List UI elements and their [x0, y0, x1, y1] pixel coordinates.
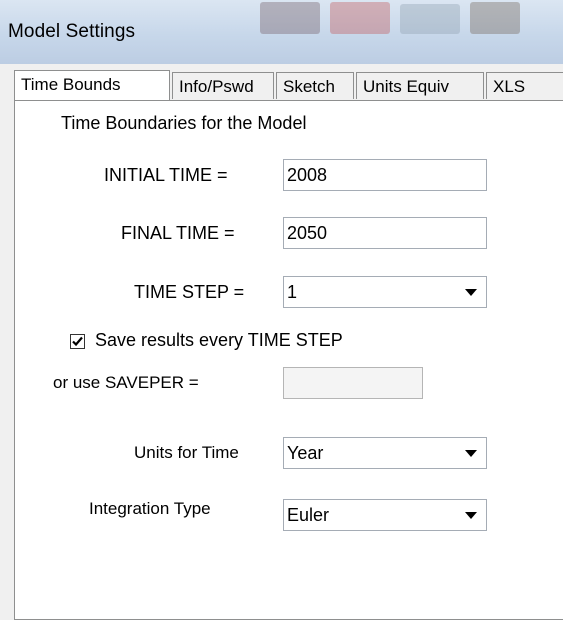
- tab-units-equiv[interactable]: Units Equiv: [356, 72, 484, 99]
- integration-type-combo[interactable]: Euler: [283, 499, 487, 531]
- saveper-label: or use SAVEPER =: [53, 373, 199, 392]
- title-bar: Model Settings: [0, 0, 563, 65]
- integration-type-value: Euler: [287, 505, 330, 525]
- saveper-input[interactable]: [283, 367, 423, 399]
- dialog-body: Time Bounds Info/Pswd Sketch Units Equiv…: [0, 64, 563, 620]
- final-time-label: FINAL TIME =: [121, 223, 235, 243]
- time-step-combo[interactable]: 1: [283, 276, 487, 308]
- check-icon: [72, 336, 83, 347]
- time-step-value: 1: [287, 282, 298, 302]
- background-toolbar-ghost: [470, 2, 520, 34]
- time-step-label: TIME STEP =: [134, 282, 245, 302]
- tab-info-pswd[interactable]: Info/Pswd: [172, 72, 274, 99]
- save-every-checkbox[interactable]: [70, 334, 85, 349]
- background-toolbar-ghost: [400, 4, 460, 34]
- units-for-time-label: Units for Time: [134, 443, 239, 462]
- window-title: Model Settings: [8, 21, 136, 42]
- tab-strip: Time Bounds Info/Pswd Sketch Units Equiv…: [14, 70, 563, 100]
- initial-time-input[interactable]: 2008: [283, 159, 487, 191]
- integration-type-label: Integration Type: [89, 499, 211, 518]
- section-heading: Time Boundaries for the Model: [61, 113, 307, 133]
- time-bounds-panel: Time Boundaries for the Model INITIAL TI…: [14, 100, 563, 620]
- background-toolbar-ghost: [260, 2, 320, 34]
- units-for-time-combo[interactable]: Year: [283, 437, 487, 469]
- tab-sketch[interactable]: Sketch: [276, 72, 354, 99]
- chevron-down-icon[interactable]: [459, 441, 483, 465]
- tab-xls[interactable]: XLS: [486, 72, 563, 99]
- units-for-time-value: Year: [287, 443, 324, 463]
- initial-time-label: INITIAL TIME =: [104, 165, 228, 185]
- tab-time-bounds[interactable]: Time Bounds: [14, 70, 170, 100]
- chevron-down-icon[interactable]: [459, 503, 483, 527]
- final-time-input[interactable]: 2050: [283, 217, 487, 249]
- chevron-down-icon[interactable]: [459, 280, 483, 304]
- save-every-label: Save results every TIME STEP: [95, 330, 343, 350]
- background-toolbar-ghost: [330, 2, 390, 34]
